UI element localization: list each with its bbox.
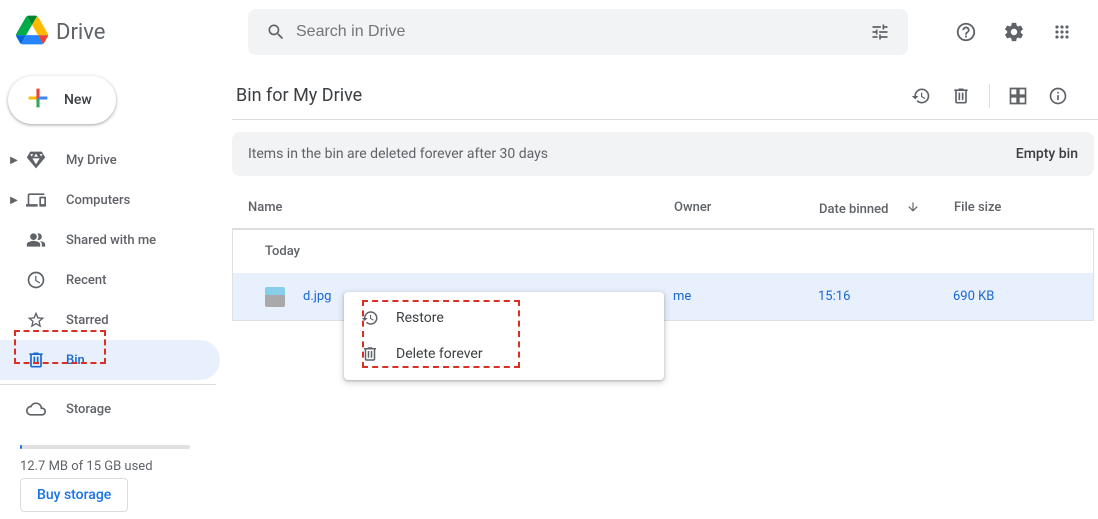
info-banner: Items in the bin are deleted forever aft… xyxy=(232,132,1094,176)
storage-text: 12.7 MB of 15 GB used xyxy=(20,459,216,474)
trash-icon xyxy=(360,344,380,364)
search-bar xyxy=(248,9,908,55)
banner-text: Items in the bin are deleted forever aft… xyxy=(248,146,548,162)
shared-icon xyxy=(24,228,48,252)
buy-storage-button[interactable]: Buy storage xyxy=(20,478,128,512)
sidebar-item-shared[interactable]: Shared with me xyxy=(0,220,220,260)
column-owner[interactable]: Owner xyxy=(674,200,819,218)
main-content: Bin for My Drive Items in the bin are de… xyxy=(232,64,1098,512)
sidebar-item-label: My Drive xyxy=(66,153,117,168)
sidebar-item-bin[interactable]: Bin xyxy=(0,340,220,380)
drive-logo-icon xyxy=(16,14,48,50)
file-thumbnail-icon xyxy=(265,287,285,307)
view-details-icon[interactable] xyxy=(1038,76,1078,116)
sidebar-item-label: Starred xyxy=(66,313,109,328)
page-title: Bin for My Drive xyxy=(236,85,901,106)
sidebar-item-label: Storage xyxy=(66,402,111,417)
search-input[interactable] xyxy=(296,23,860,41)
trash-icon xyxy=(24,348,48,372)
apps-grid-icon[interactable] xyxy=(1042,12,1082,52)
separator xyxy=(989,84,990,108)
delete-forever-icon[interactable] xyxy=(941,76,981,116)
plus-icon xyxy=(24,84,52,116)
settings-gear-icon[interactable] xyxy=(994,12,1034,52)
main-header: Bin for My Drive xyxy=(232,72,1098,120)
storage-section: 12.7 MB of 15 GB used Buy storage xyxy=(0,433,232,512)
new-button-label: New xyxy=(64,92,92,108)
empty-bin-button[interactable]: Empty bin xyxy=(1016,146,1078,162)
restore-icon xyxy=(360,308,380,328)
column-name[interactable]: Name xyxy=(248,200,674,218)
file-size: 690 KB xyxy=(953,289,1093,304)
computers-icon xyxy=(24,188,48,212)
divider xyxy=(0,384,216,385)
header-actions xyxy=(916,12,1082,52)
sort-arrow-down-icon xyxy=(906,200,920,218)
column-size[interactable]: File size xyxy=(954,200,1094,218)
context-restore-label: Restore xyxy=(396,310,444,326)
search-options-icon[interactable] xyxy=(860,12,900,52)
search-icon[interactable] xyxy=(256,12,296,52)
sidebar: New ▶ My Drive ▶ Computers Shared with m… xyxy=(0,64,232,512)
sidebar-item-label: Computers xyxy=(66,193,130,208)
star-icon xyxy=(24,308,48,332)
sidebar-item-starred[interactable]: Starred xyxy=(0,300,220,340)
context-restore[interactable]: Restore xyxy=(344,300,664,336)
context-delete-forever[interactable]: Delete forever xyxy=(344,336,664,372)
app-name: Drive xyxy=(56,20,105,45)
sidebar-item-my-drive[interactable]: ▶ My Drive xyxy=(0,140,220,180)
table-header: Name Owner Date binned File size xyxy=(232,190,1094,229)
my-drive-icon xyxy=(24,148,48,172)
support-icon[interactable] xyxy=(946,12,986,52)
sidebar-item-label: Shared with me xyxy=(66,233,156,248)
recent-icon xyxy=(24,268,48,292)
logo-area[interactable]: Drive xyxy=(16,14,248,50)
chevron-right-icon: ▶ xyxy=(8,155,20,166)
storage-bar xyxy=(20,445,190,449)
file-date: 15:16 xyxy=(818,289,953,304)
restore-from-trash-icon[interactable] xyxy=(901,76,941,116)
cloud-icon xyxy=(24,397,48,421)
file-owner: me xyxy=(673,289,818,304)
chevron-right-icon: ▶ xyxy=(8,195,20,206)
sidebar-item-label: Bin xyxy=(66,353,85,368)
app-header: Drive xyxy=(0,0,1098,64)
new-button[interactable]: New xyxy=(8,76,116,124)
context-delete-label: Delete forever xyxy=(396,346,483,362)
grid-view-icon[interactable] xyxy=(998,76,1038,116)
context-menu: Restore Delete forever xyxy=(344,292,664,380)
sidebar-item-storage[interactable]: Storage xyxy=(0,389,220,429)
sidebar-item-computers[interactable]: ▶ Computers xyxy=(0,180,220,220)
sidebar-item-recent[interactable]: Recent xyxy=(0,260,220,300)
sidebar-item-label: Recent xyxy=(66,273,106,288)
group-header: Today xyxy=(232,229,1094,273)
column-date[interactable]: Date binned xyxy=(819,200,954,218)
